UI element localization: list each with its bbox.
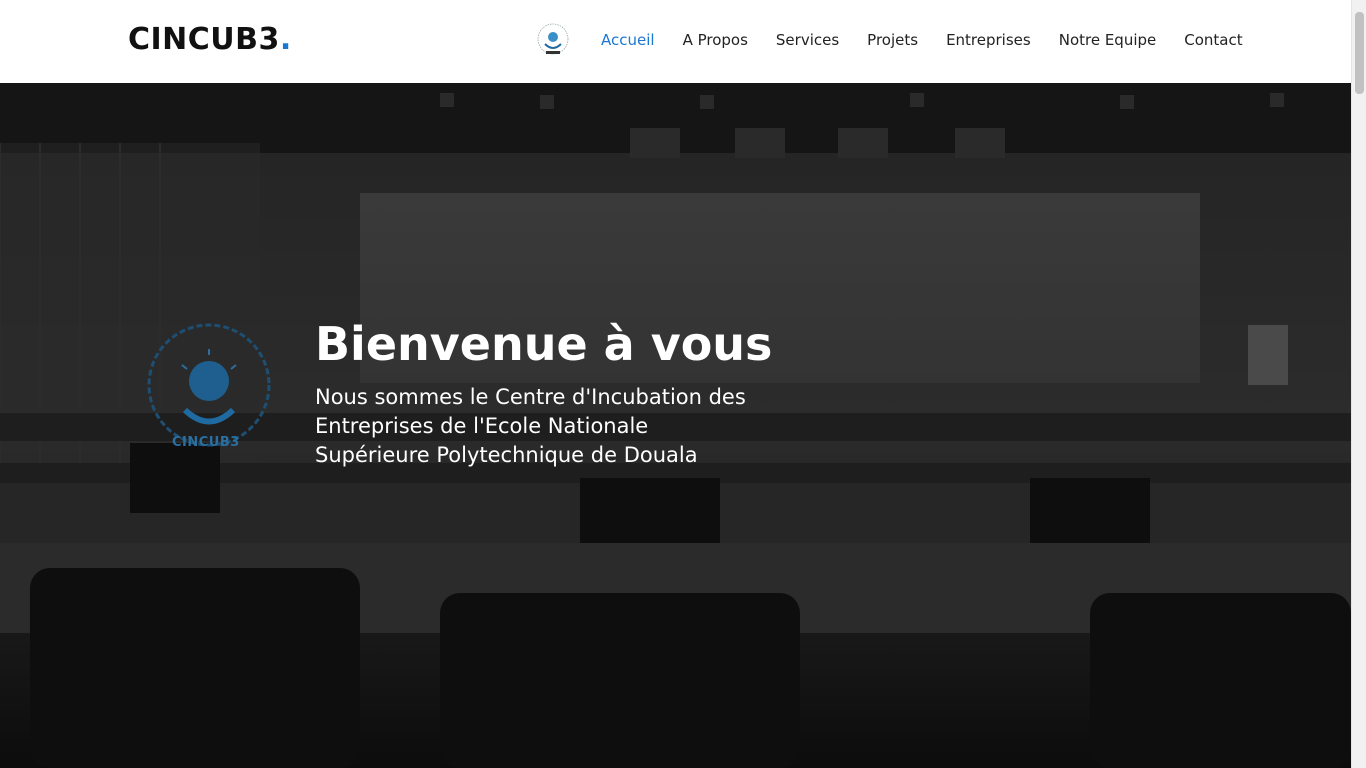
nav-projets[interactable]: Projets xyxy=(853,31,932,49)
cincub3-emblem-icon xyxy=(147,323,271,447)
main-nav: Accueil A Propos Services Projets Entrep… xyxy=(587,31,1257,49)
cincub3-logo-icon[interactable] xyxy=(532,20,574,58)
scrollbar-thumb[interactable] xyxy=(1355,12,1364,94)
nav-notre-equipe[interactable]: Notre Equipe xyxy=(1045,31,1171,49)
nav-a-propos[interactable]: A Propos xyxy=(669,31,762,49)
brand-name: CINCUB3 xyxy=(128,22,280,57)
hero-subtitle: Nous sommes le Centre d'Incubation des E… xyxy=(315,385,746,467)
nav-accueil[interactable]: Accueil xyxy=(587,31,669,49)
top-navbar: CINCUB3. Accueil A Propos Services Proje… xyxy=(0,0,1351,83)
hero-logo-text: CINCUB3 xyxy=(172,435,240,450)
hero-title: Bienvenue à vous xyxy=(315,317,773,371)
page-scrollbar[interactable] xyxy=(1351,0,1366,768)
brand-dot: . xyxy=(279,22,292,57)
nav-entreprises[interactable]: Entreprises xyxy=(932,31,1045,49)
brand-logo-link[interactable]: CINCUB3. xyxy=(128,22,292,57)
nav-services[interactable]: Services xyxy=(762,31,853,49)
nav-contact[interactable]: Contact xyxy=(1170,31,1256,49)
hero-section: CINCUB3 Bienvenue à vous Nous sommes le … xyxy=(0,83,1351,768)
